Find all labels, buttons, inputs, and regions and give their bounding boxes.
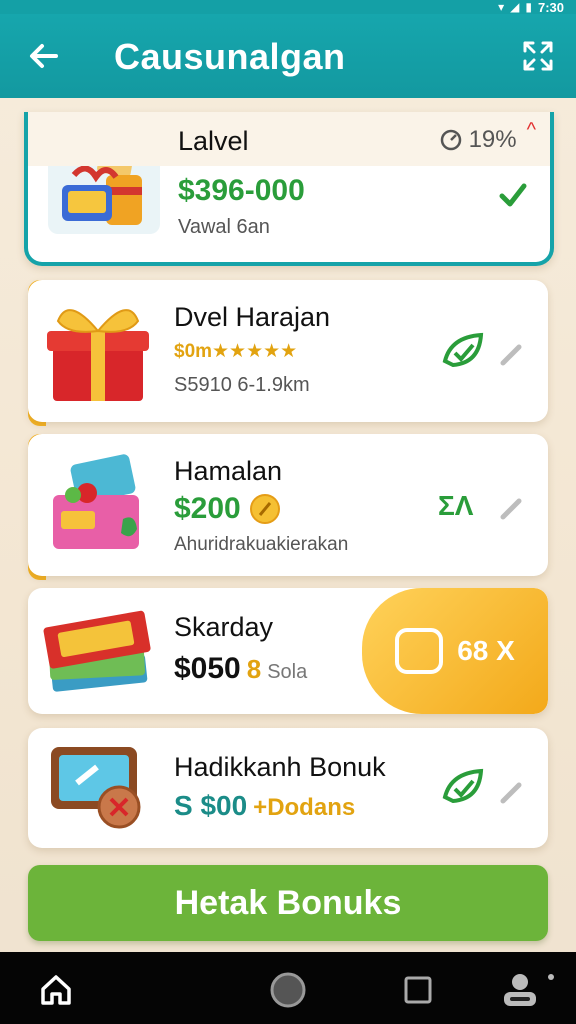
card-subtitle: Ahuridrakuakierakan xyxy=(174,534,349,555)
list-item[interactable]: Hadikkanh Bonuk S $00 +Dodans xyxy=(28,728,548,848)
list-item[interactable]: Lalvel 19% ^ $396-000 Vawal 6an xyxy=(24,112,554,266)
coin-icon xyxy=(249,494,280,524)
status-bar: ▾ ◢ ▮ 7:30 xyxy=(0,0,576,15)
amount-extra-label: Sola xyxy=(267,661,308,683)
card-amount: $396-000 xyxy=(178,174,305,207)
expand-icon xyxy=(523,41,553,71)
battery-icon: ▮ xyxy=(525,0,532,14)
edit-button[interactable] xyxy=(498,494,526,522)
pencil-icon xyxy=(500,344,522,366)
system-nav-bar xyxy=(0,952,576,1024)
rating-stars: $0m★★★★★ xyxy=(174,341,298,362)
tablet-coin-image xyxy=(42,732,154,844)
ticket-stack-image xyxy=(42,596,154,708)
card-title: Skarday xyxy=(174,612,274,642)
trend-up-icon: ^ xyxy=(526,118,536,141)
card-amount: $200 xyxy=(174,492,241,525)
percent-value: 19% xyxy=(468,126,517,153)
amount-suffix: +Dodans xyxy=(253,794,356,821)
profile-icon xyxy=(504,974,536,1006)
home-button[interactable] xyxy=(36,970,76,1010)
edit-button[interactable] xyxy=(498,778,526,806)
percent-indicator: 19% ^ xyxy=(439,119,536,154)
promo-button[interactable]: 68 X xyxy=(362,588,548,714)
square-icon xyxy=(404,976,432,1004)
card-subtitle: S5910 6-1.9km xyxy=(174,374,310,396)
signal-icon: ◢ xyxy=(510,0,520,14)
back-button[interactable] xyxy=(24,36,64,76)
check-icon[interactable] xyxy=(490,172,536,218)
back-arrow-icon xyxy=(30,44,58,68)
amount-extra: 8 xyxy=(246,654,262,684)
profile-button[interactable] xyxy=(500,970,540,1010)
gift-box-image xyxy=(42,294,154,406)
amount-row: $200 xyxy=(174,492,281,526)
app-bar: Causunalgan xyxy=(0,14,576,98)
pencil-icon xyxy=(500,498,522,520)
circle-home-button[interactable] xyxy=(268,970,308,1010)
amount-row: S $00 +Dodans xyxy=(174,790,355,822)
list-item[interactable]: Dvel Harajan $0m★★★★★ S5910 6-1.9km xyxy=(28,280,548,422)
side-label: ΣΛ xyxy=(438,490,474,521)
card-title: Hamalan xyxy=(174,456,283,486)
status-time: 7:30 xyxy=(537,0,564,15)
page-title: Causunalgan xyxy=(114,36,346,77)
verified-leaf-icon[interactable] xyxy=(440,328,486,374)
circle-icon xyxy=(270,972,306,1008)
verified-leaf-icon[interactable] xyxy=(440,764,486,810)
card-amount: S $00 xyxy=(174,790,248,821)
card-title: Dvel Harajan xyxy=(174,302,331,332)
card-amount: $050 xyxy=(174,652,241,685)
pencil-icon xyxy=(500,782,522,804)
edit-button[interactable] xyxy=(498,340,526,368)
badge-icon xyxy=(395,628,444,674)
gauge-icon xyxy=(440,129,461,151)
recents-button[interactable] xyxy=(398,970,438,1010)
card-title: Hadikkanh Bonuk xyxy=(174,752,386,782)
get-bonus-button[interactable]: Hetak Bonuks xyxy=(28,865,548,941)
list-item[interactable]: Hamalan $200 Ahuridrakuakierakan ΣΛ xyxy=(28,434,548,576)
amount-row: $050 8 Sola xyxy=(174,652,307,686)
wifi-icon: ▾ xyxy=(498,0,505,14)
list-item[interactable]: Skarday $050 8 Sola 68 X xyxy=(28,588,548,714)
treasure-box-image xyxy=(42,448,154,560)
card-title: Lalvel xyxy=(178,126,249,156)
expand-button[interactable] xyxy=(520,38,556,74)
card-subtitle: Vawal 6an xyxy=(178,216,270,238)
notification-dot xyxy=(548,974,554,980)
home-icon xyxy=(41,975,71,1005)
promo-label: 68 X xyxy=(457,635,515,666)
